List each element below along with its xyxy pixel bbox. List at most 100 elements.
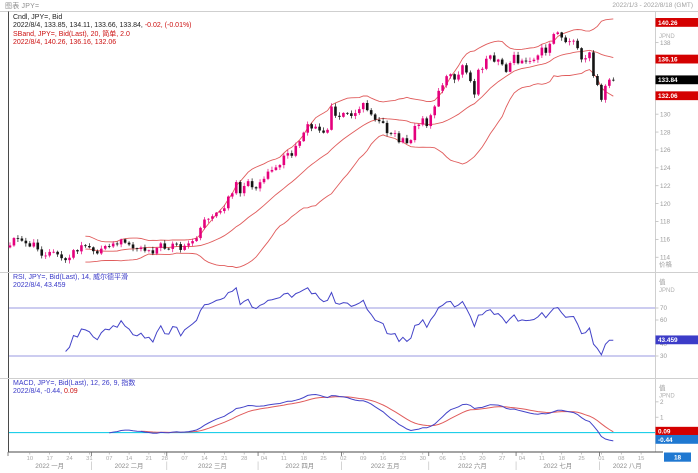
y-tick-label: 116 — [660, 237, 671, 244]
macd-line — [109, 395, 613, 441]
candle-body — [354, 113, 357, 116]
day-tick-label: 25 — [320, 456, 326, 462]
macd-signal-line — [141, 397, 613, 433]
day-tick-label: 04 — [261, 456, 268, 462]
candle-body — [148, 250, 151, 251]
candle-body — [259, 182, 262, 188]
day-tick-label: 01 — [598, 456, 604, 462]
y-tick-label: 122 — [660, 183, 671, 190]
day-tick-label: 21 — [221, 456, 227, 462]
day-tick-label: 31 — [86, 456, 92, 462]
candle-body — [342, 113, 345, 117]
candle-body — [100, 249, 103, 254]
candle-body — [513, 55, 516, 63]
candle-body — [163, 243, 166, 248]
candle-body — [537, 55, 540, 59]
candle-body — [406, 138, 409, 143]
candle-body — [604, 86, 607, 100]
candle-body — [517, 55, 520, 63]
day-tick-label: 21 — [146, 456, 152, 462]
candle-body — [279, 165, 282, 167]
candle-body — [68, 258, 71, 260]
candle-body — [549, 44, 552, 53]
price-value-2-box-label: 133.84 — [658, 77, 678, 84]
y-tick-label: 70 — [660, 305, 668, 312]
candle-body — [239, 182, 242, 193]
candle-body — [247, 181, 250, 186]
candle-body — [453, 74, 456, 79]
candle-body — [338, 116, 341, 117]
candle-body — [179, 244, 182, 250]
day-tick-label: 28 — [162, 456, 168, 462]
day-tick-label: 20 — [479, 456, 485, 462]
candle-body — [124, 239, 127, 242]
candle-body — [533, 60, 536, 61]
day-tick-label: 08 — [618, 456, 624, 462]
candle-body — [469, 72, 472, 81]
candle-body — [80, 245, 83, 251]
header: 图表 JPY= 2022/1/3 - 2022/8/18 (GMT) — [0, 0, 698, 11]
candle-body — [576, 41, 579, 48]
day-tick-label: 30 — [420, 456, 426, 462]
candle-body — [541, 48, 544, 56]
candle-body — [191, 241, 194, 243]
candle-body — [334, 107, 337, 116]
month-label: 2022 五月 — [371, 462, 400, 470]
candle-body — [421, 118, 424, 124]
y-tick-label: 138 — [660, 40, 671, 47]
day-tick-label: 27 — [499, 456, 505, 462]
chart-canvas[interactable]: 1381301281261241221201181161147060403021… — [0, 0, 698, 473]
candle-body — [215, 213, 218, 217]
candle-body — [465, 65, 468, 72]
candle-body — [608, 80, 611, 86]
bollinger-middle-line — [85, 50, 613, 251]
date-range-label: 2022/1/3 - 2022/8/18 (GMT) — [612, 2, 693, 9]
day-tick-label: 18 — [300, 456, 306, 462]
candle-body — [195, 238, 198, 241]
macd-axis-unit: JPND — [659, 394, 675, 400]
day-tick-label: 09 — [360, 456, 366, 462]
day-tick-label: 24 — [66, 456, 73, 462]
candle-body — [545, 48, 548, 53]
candles[interactable] — [9, 31, 615, 263]
candle-body — [76, 250, 79, 251]
candle-body — [44, 256, 47, 257]
candle-body — [88, 246, 91, 247]
candle-body — [255, 187, 258, 188]
x-axis-end-box-label: 18 — [674, 455, 682, 462]
macd-value-1-box-label: -0.44 — [658, 437, 673, 444]
candle-body — [251, 181, 254, 187]
price-value-3-box-label: 132.06 — [658, 93, 678, 100]
month-label: 2022 八月 — [613, 462, 642, 470]
candle-body — [291, 153, 294, 156]
candle-body — [29, 243, 32, 246]
candle-body — [116, 243, 119, 244]
candle-body — [199, 228, 202, 238]
day-tick-label: 02 — [340, 456, 346, 462]
candle-body — [612, 80, 615, 81]
candle-body — [529, 61, 532, 62]
candle-body — [60, 254, 63, 258]
candle-body — [418, 125, 421, 126]
bollinger-upper-line — [85, 19, 613, 242]
y-tick-label: 1 — [660, 414, 664, 421]
candle-body — [592, 52, 595, 76]
candle-body — [497, 60, 500, 62]
price-value-0-box-label: 140.26 — [658, 20, 678, 27]
candle-body — [556, 32, 559, 34]
candle-body — [437, 91, 440, 107]
candle-body — [477, 70, 480, 95]
candle-body — [160, 243, 163, 247]
price-axis-title: 价格 — [659, 260, 673, 269]
y-tick-label: 2 — [660, 399, 664, 406]
day-tick-label: 13 — [459, 456, 465, 462]
candle-body — [40, 249, 43, 255]
candle-body — [374, 114, 377, 119]
day-tick-label: 23 — [400, 456, 406, 462]
y-tick-label: 124 — [660, 165, 671, 172]
month-label: 2022 七月 — [543, 461, 572, 470]
candle-body — [298, 141, 301, 146]
candle-body — [203, 220, 206, 228]
candle-body — [398, 133, 401, 142]
day-tick-label: 07 — [181, 456, 187, 462]
